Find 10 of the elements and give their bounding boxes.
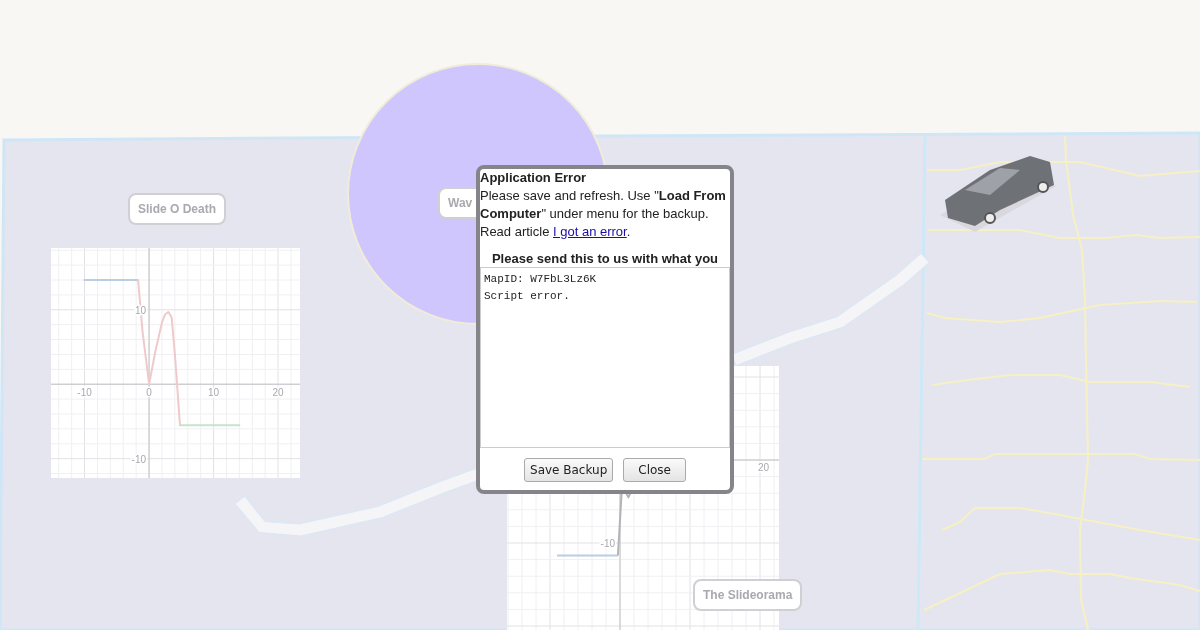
tick-label: -10 <box>131 453 147 465</box>
report-prompt: Please send this to us with what you <box>490 251 720 267</box>
tick-label: -10 <box>600 538 615 549</box>
tick-label: 20 <box>757 462 769 473</box>
dialog-title: Application Error <box>480 169 588 187</box>
tick-label: 0 <box>146 387 152 399</box>
tick-label: -10 <box>77 387 92 399</box>
tick-label: 10 <box>208 387 220 399</box>
tick-label: 20 <box>272 387 284 399</box>
tick-label: 10 <box>134 304 147 316</box>
